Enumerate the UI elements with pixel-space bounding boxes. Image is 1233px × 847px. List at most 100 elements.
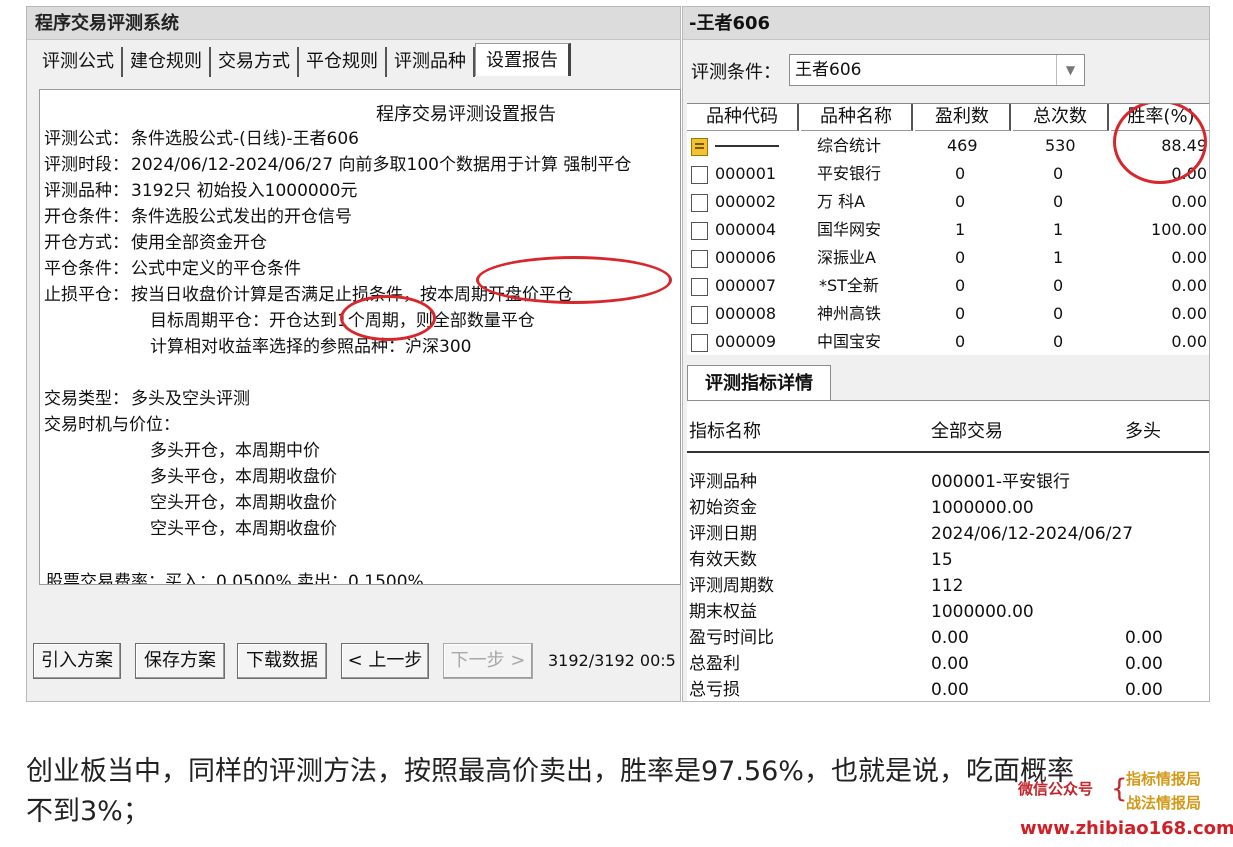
tab-close-rules[interactable]: 平仓规则	[299, 47, 387, 77]
table-row[interactable]: 000001 平安银行 0 0 0.00	[687, 160, 1209, 188]
prev-step-button[interactable]: < 上一步	[341, 643, 429, 679]
report-line: 交易类型： 多头及空头评测	[44, 384, 250, 409]
metric-name: 初始资金	[689, 498, 757, 518]
folder-icon	[691, 250, 708, 268]
line-value: 多头及空头评测	[131, 389, 250, 409]
watermark-url: www.zhibiao168.com	[1020, 818, 1233, 839]
cell-winrate: 0.00	[1171, 192, 1207, 211]
line-label: 交易类型：	[44, 389, 129, 409]
detail-row: 初始资金 1000000.00	[687, 495, 1209, 521]
cell-total: 530	[1045, 136, 1076, 155]
cell-total: 1	[1053, 220, 1064, 239]
cell-total: 0	[1053, 164, 1064, 183]
table-row[interactable]: 综合统计 469 530 88.49	[687, 132, 1209, 160]
cell-code: 000008	[715, 304, 777, 323]
cell-winrate: 0.00	[1171, 304, 1207, 323]
cell-total: 0	[1053, 332, 1064, 351]
cell-total: 1	[1053, 248, 1064, 267]
column-header-profit[interactable]: 盈利数	[915, 104, 1011, 131]
table-row[interactable]: 000002 万 科A 0 0 0.00	[687, 188, 1209, 216]
tab-formula[interactable]: 评测公式	[35, 47, 123, 77]
tab-trade-mode[interactable]: 交易方式	[211, 47, 299, 77]
detail-row: 评测品种 000001-平安银行	[687, 469, 1209, 495]
row-dash	[715, 145, 779, 147]
metric-all: 112	[931, 576, 964, 596]
metric-all: 15	[931, 550, 953, 570]
table-row[interactable]: 000006 深振业A 0 1 0.00	[687, 244, 1209, 272]
table-row[interactable]: 000004 国华网安 1 1 100.00	[687, 216, 1209, 244]
report-indent-line: 目标周期平仓：开仓达到1个周期，则全部数量平仓	[150, 311, 535, 331]
report-line: 止损平仓： 按当日收盘价计算是否满足止损条件，按本周期开盘价平仓	[44, 280, 573, 305]
line-value: 条件选股公式-(日线)-王者606	[131, 129, 359, 149]
import-plan-button[interactable]: 引入方案	[33, 643, 121, 679]
setup-report-panel[interactable]: 程序交易评测设置报告 评测公式： 条件选股公式-(日线)-王者606 评测时段： 2…	[39, 89, 681, 585]
column-header-name[interactable]: 品种名称	[801, 104, 913, 131]
condition-value: 王者606	[795, 60, 862, 80]
chevron-down-icon[interactable]: ▼	[1056, 55, 1084, 85]
line-label: 开仓条件：	[44, 207, 129, 227]
line-label: 评测公式：	[44, 129, 129, 149]
result-window-title: -王者606	[683, 7, 1209, 40]
next-step-button[interactable]: 下一步 >	[443, 643, 533, 679]
column-header-total[interactable]: 总次数	[1013, 104, 1109, 131]
detail-row: 评测周期数 112	[687, 573, 1209, 599]
metric-long: 0.00	[1125, 628, 1163, 648]
cell-name: 平安银行	[817, 164, 882, 183]
watermark-brand: 指标情报局	[1126, 770, 1202, 788]
cell-total: 0	[1053, 304, 1064, 323]
table-row[interactable]: 000008 神州高铁 0 0 0.00	[687, 300, 1209, 328]
timing-line: 空头开仓，本周期收盘价	[150, 493, 337, 513]
watermark-label: 微信公众号	[1018, 780, 1094, 798]
metric-name: 盈亏时间比	[689, 628, 774, 648]
evaluation-result-window: -王者606 评测条件： 王者606 ▼ 品种代码 品种名称 盈利数 总次数 胜…	[682, 6, 1210, 702]
metric-name: 总亏损	[689, 680, 740, 700]
cell-profit: 0	[955, 276, 966, 295]
condition-select[interactable]: 王者606 ▼	[789, 54, 1085, 86]
tab-instruments[interactable]: 评测品种	[387, 47, 475, 77]
cell-total: 0	[1053, 192, 1064, 211]
metric-long: 0.00	[1125, 654, 1163, 674]
metric-all: 0.00	[931, 628, 969, 648]
cell-name: 深振业A	[817, 248, 876, 267]
line-value: 2024/06/12-2024/06/27 向前多取100个数据用于计算 强制平…	[131, 155, 632, 175]
cell-code: 000002	[715, 192, 777, 211]
detail-header-long: 多头	[1125, 421, 1161, 442]
metric-name: 有效天数	[689, 550, 757, 570]
condition-label: 评测条件：	[691, 62, 781, 83]
metric-name: 总盈利	[689, 654, 740, 674]
metric-long: 0.00	[1125, 680, 1163, 700]
header-divider	[687, 451, 1209, 453]
cell-winrate: 100.00	[1151, 220, 1207, 239]
line-value: 3192只 初始投入1000000元	[131, 181, 358, 201]
report-line: 平仓条件： 公式中定义的平仓条件	[44, 254, 301, 279]
column-header-code[interactable]: 品种代码	[687, 104, 799, 131]
cell-winrate: 0.00	[1171, 164, 1207, 183]
metric-all: 1000000.00	[931, 602, 1034, 622]
metric-all: 0.00	[931, 654, 969, 674]
line-label: 评测时段：	[44, 155, 129, 175]
detail-row: 总盈利 0.00 0.00	[687, 651, 1209, 677]
report-title: 程序交易评测设置报告	[376, 104, 556, 125]
tab-open-rules[interactable]: 建仓规则	[123, 47, 211, 77]
table-row[interactable]: 000009 中国宝安 0 0 0.00	[687, 328, 1209, 355]
metric-name: 评测日期	[689, 524, 757, 544]
window-title: 程序交易评测系统	[27, 7, 680, 40]
folder-icon	[691, 222, 708, 240]
table-row[interactable]: 000007 *ST全新 0 0 0.00	[687, 272, 1209, 300]
screenshot: 程序交易评测系统 评测公式 建仓规则 交易方式 平仓规则 评测品种 设置报告 程…	[0, 0, 1233, 847]
cell-code: 000006	[715, 248, 777, 267]
save-plan-button[interactable]: 保存方案	[135, 643, 225, 679]
metric-name: 评测周期数	[689, 576, 774, 596]
cell-name: 国华网安	[817, 220, 882, 239]
line-value: 公式中定义的平仓条件	[131, 259, 301, 279]
column-header-winrate[interactable]: 胜率(%)	[1111, 104, 1209, 131]
cell-profit: 469	[947, 136, 978, 155]
tab-report[interactable]: 设置报告	[475, 43, 571, 76]
tab-metric-details[interactable]: 评测指标详情	[687, 365, 831, 401]
download-data-button[interactable]: 下载数据	[237, 643, 327, 679]
results-table: 品种代码 品种名称 盈利数 总次数 胜率(%) 综合统计 469 530 88.…	[687, 103, 1209, 355]
line-value: 使用全部资金开仓	[131, 233, 267, 253]
metric-name: 评测品种	[689, 472, 757, 492]
setup-tabs: 评测公式 建仓规则 交易方式 平仓规则 评测品种 设置报告	[35, 43, 571, 79]
cell-winrate: 0.00	[1171, 332, 1207, 351]
